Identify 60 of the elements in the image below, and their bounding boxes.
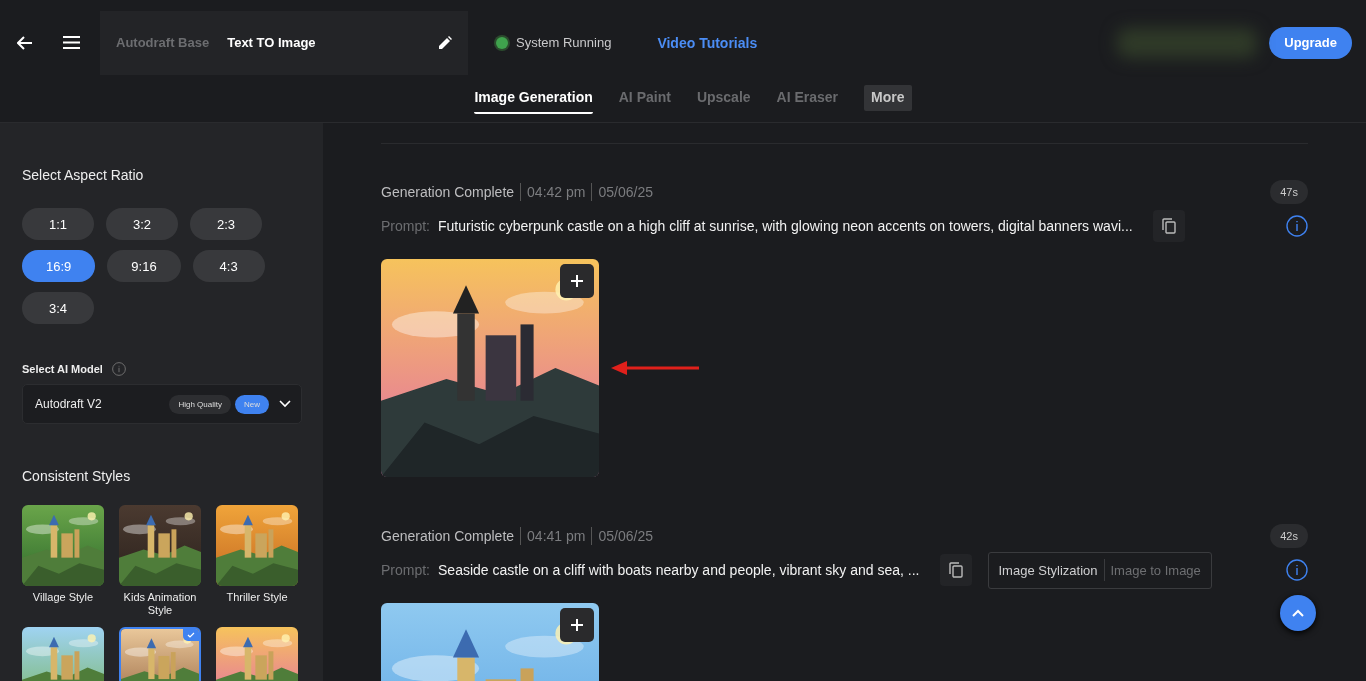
tag-label: Image Stylization — [998, 562, 1098, 578]
pencil-icon[interactable] — [439, 36, 452, 49]
copy-button[interactable] — [1152, 210, 1185, 242]
model-dropdown[interactable]: Autodraft V2 High Quality New — [22, 384, 302, 424]
prompt-label: Prompt: — [381, 218, 430, 234]
prompt-label: Prompt: — [381, 562, 430, 578]
time-text: 04:42 pm — [527, 184, 586, 200]
plus-icon — [570, 274, 584, 288]
style-label: Kids Animation Style — [122, 591, 198, 617]
menu-icon — [62, 36, 80, 49]
tab[interactable]: Image Generation — [474, 85, 593, 114]
style-label: Thriller Style — [226, 591, 288, 604]
date-text: 05/06/25 — [598, 528, 653, 544]
time-text: 04:41 pm — [527, 528, 586, 544]
project-title: Text TO Image — [227, 35, 317, 50]
ratio-option[interactable]: 1:1 — [22, 208, 94, 240]
ratio-option[interactable]: 3:4 — [22, 292, 94, 324]
section-title: Select Aspect Ratio — [22, 167, 145, 183]
style-label: Village Style — [32, 591, 94, 604]
status-text: Generation Complete — [381, 184, 515, 200]
status-text: System Running — [516, 35, 612, 50]
breadcrumb-text: Autodraft Base — [116, 35, 210, 50]
plus-icon — [570, 618, 584, 632]
info-button[interactable] — [1286, 559, 1308, 581]
ratio-option[interactable]: 2:3 — [190, 208, 262, 240]
check-icon — [183, 629, 199, 641]
style-thumbnail[interactable] — [22, 505, 104, 586]
info-icon — [1286, 559, 1308, 581]
ratio-option[interactable]: 16:9 — [22, 250, 96, 282]
ratio-option[interactable]: 4:3 — [192, 250, 265, 282]
upgrade-button[interactable]: Upgrade — [1269, 26, 1352, 59]
chevron-down-icon — [279, 400, 291, 408]
info-icon — [111, 362, 126, 376]
copy-button[interactable] — [939, 554, 972, 586]
status-text: Generation Complete — [381, 528, 515, 544]
info-button[interactable] — [1286, 215, 1308, 237]
duration-badge: 47s — [1270, 180, 1308, 204]
add-button[interactable] — [560, 264, 594, 298]
date-text: 05/06/25 — [598, 184, 653, 200]
back-arrow-icon — [17, 35, 33, 50]
chevron-up-icon — [1292, 609, 1304, 617]
ratio-option[interactable]: 9:16 — [107, 250, 181, 282]
scroll-top-button[interactable] — [1280, 595, 1316, 631]
style-thumbnail[interactable] — [216, 505, 298, 586]
prompt-text: Seaside castle on a cliff with boats nearby and people, vibrant sky and sea, ... — [438, 562, 920, 578]
copy-icon — [1161, 218, 1176, 234]
model-badge: High Quality — [169, 394, 231, 414]
duration-badge: 42s — [1270, 524, 1308, 548]
add-button[interactable] — [560, 608, 594, 642]
copy-icon — [948, 562, 963, 578]
tab[interactable]: More — [864, 85, 912, 111]
tag-label: Image to Image — [1110, 562, 1201, 578]
ratio-option[interactable]: 3:2 — [106, 208, 178, 240]
video-tutorials-link[interactable]: Video Tutorials — [657, 34, 758, 51]
section-title: Consistent Styles — [22, 468, 132, 484]
model-badge: New — [235, 394, 269, 414]
prompt-text: Futuristic cyberpunk castle on a high cliff at sunrise, with glowing neon accents on towers, digital banners wavi... — [438, 218, 1133, 234]
info-icon — [1286, 215, 1308, 237]
style-thumbnail[interactable] — [119, 505, 201, 586]
section-title: Select AI Model — [22, 363, 103, 375]
